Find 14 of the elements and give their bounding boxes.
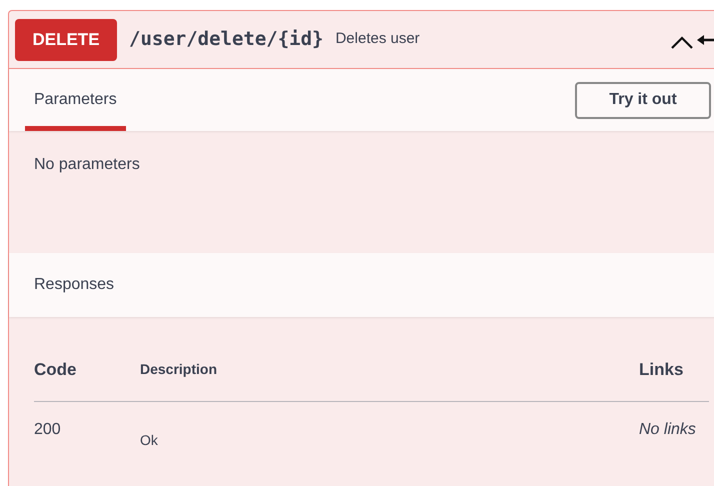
column-header: Links (639, 360, 684, 379)
parameters-tab[interactable]: Parameters (25, 69, 126, 131)
endpoint-summary: Deletes user (335, 29, 421, 50)
column-header: Code (34, 360, 76, 379)
endpoint-path: /user/delete/{id} (129, 27, 324, 52)
responses-heading: Responses (34, 275, 114, 295)
try-it-out-button[interactable]: Try it out (575, 82, 711, 118)
column-header: Description (140, 361, 218, 378)
no-parameters-text: No parameters (34, 156, 140, 173)
method-badge: DELETE (15, 18, 117, 60)
response-code: 200 (34, 420, 61, 438)
response-description: Ok (140, 430, 158, 450)
links-text: No links (639, 420, 696, 438)
chevron-up-icon[interactable] (671, 34, 693, 48)
